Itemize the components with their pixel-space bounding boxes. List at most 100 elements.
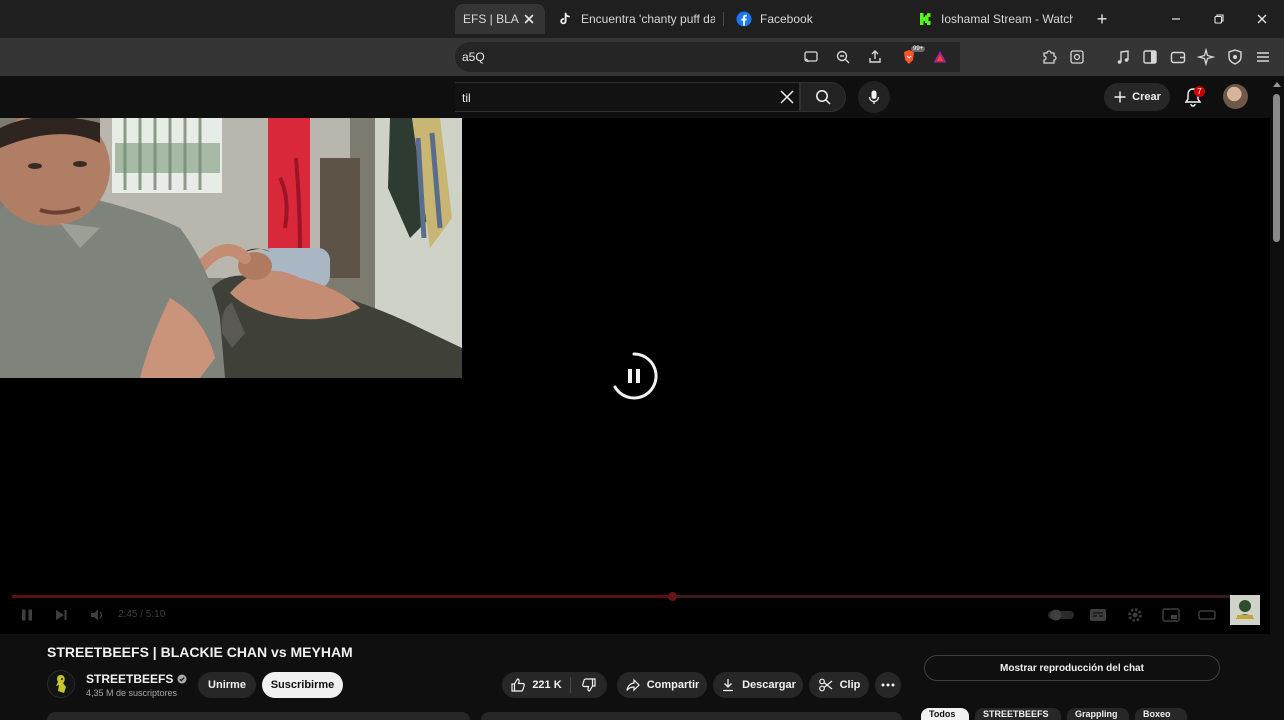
tab-streetbeefs[interactable]: EFS | BLA [455,4,545,34]
progress-scrubber-handle[interactable] [668,592,677,601]
thumbs-up-icon [511,678,526,692]
reader-mode-icon[interactable] [1068,48,1086,66]
settings-button[interactable] [1125,605,1145,625]
gear-icon [1128,608,1142,622]
shields-badge: 99+ [911,46,926,52]
leo-ai-icon[interactable] [1197,48,1215,66]
description-box[interactable] [47,712,470,720]
restore-button[interactable] [1206,6,1232,32]
account-avatar[interactable] [1223,84,1248,109]
chip-todos[interactable]: Todos [921,708,969,720]
tab-kick[interactable]: Ioshamal Stream - Watch L [917,4,1073,34]
search-input[interactable]: til [455,82,800,112]
verified-check-icon [177,674,187,684]
new-tab-button[interactable]: + [1089,6,1115,32]
chip-label: Grappling [1075,709,1118,719]
chip-label: Boxeo [1143,709,1171,719]
subscribe-label: Suscribirme [270,679,335,691]
scroll-up-arrow-icon[interactable] [1273,82,1281,87]
brave-rewards-icon[interactable] [931,48,949,66]
clip-button[interactable]: Clip [809,672,869,698]
plus-icon [1114,91,1126,103]
show-chat-replay-button[interactable]: Mostrar reproducción del chat [924,655,1220,681]
wallet-icon[interactable] [1169,48,1187,66]
streetbeefs-logo-icon [1236,600,1254,619]
minimize-icon [1172,18,1180,20]
minimize-button[interactable] [1163,6,1189,32]
channel-name-text: STREETBEEFS [86,672,174,686]
more-horizontal-icon [881,683,895,687]
notification-count-badge: 7 [1194,86,1205,97]
address-bar[interactable]: a5Q 99+ [455,42,960,72]
url-text: a5Q [462,50,485,64]
sidebar-icon[interactable] [1141,48,1159,66]
tab-facebook[interactable]: Facebook [736,4,896,34]
create-label: Crear [1132,91,1161,103]
share-label: Compartir [646,679,700,691]
search-button[interactable] [800,82,846,112]
vpn-icon[interactable] [1226,48,1244,66]
join-button[interactable]: Unirme [198,672,256,698]
miniplayer-button[interactable] [1161,605,1181,625]
thumbs-down-icon [582,678,596,692]
streetbeefs-logo-icon [56,675,66,693]
scrollbar-thumb[interactable] [1273,94,1280,242]
chip-grappling[interactable]: Grappling [1067,708,1129,720]
share-icon[interactable] [866,48,884,66]
comments-box[interactable] [481,712,902,720]
channel-watermark-logo[interactable] [1230,595,1260,625]
zoom-icon[interactable] [834,48,852,66]
clip-label: Clip [839,679,861,691]
plus-icon: + [1096,9,1108,29]
like-count: 221 K [532,679,562,691]
create-button[interactable]: Crear [1104,83,1170,111]
tab-title: EFS | BLA [463,12,519,26]
tab-separator [723,12,724,26]
extensions-icon[interactable] [1040,48,1058,66]
clear-search-icon[interactable] [778,88,796,106]
tab-title: Encuentra 'chanty puff dad [581,12,715,26]
theater-mode-button[interactable] [1197,605,1217,625]
subtitles-icon [1090,609,1106,621]
channel-avatar[interactable] [47,670,75,698]
subscribe-button[interactable]: Suscribirme [262,672,343,698]
youtube-header: til [0,76,1270,118]
browser-tab-strip: EFS | BLA Encuentra 'chanty puff dad Fac… [0,0,1284,38]
voice-search-button[interactable] [858,81,890,113]
chip-streetbeefs[interactable]: STREETBEEFS [975,708,1061,720]
more-actions-button[interactable] [875,672,901,698]
pause-icon [22,609,32,621]
pause-spinner-icon[interactable] [608,350,660,402]
menu-icon[interactable] [1254,48,1272,66]
subscriber-count: 4,35 M de suscriptores [86,688,178,698]
chip-boxeo[interactable]: Boxeo [1135,708,1187,720]
volume-button[interactable] [87,605,107,625]
music-note-icon[interactable] [1114,48,1132,66]
close-window-button[interactable] [1249,6,1275,32]
download-label: Descargar [742,679,796,691]
share-button[interactable]: Compartir [617,672,707,698]
close-tab-icon[interactable] [521,11,537,27]
like-button[interactable]: 221 K [502,672,570,698]
channel-name[interactable]: STREETBEEFS [86,672,187,686]
like-dislike-group: 221 K [502,672,607,698]
subtitles-button[interactable] [1088,605,1108,625]
search-icon [816,90,831,105]
cast-icon[interactable] [802,48,820,66]
kick-icon [917,11,933,27]
tab-title: Ioshamal Stream - Watch L [941,12,1073,26]
time-display: 2:45 / 5:10 [118,609,166,620]
autoplay-toggle[interactable] [1047,605,1075,625]
chip-label: STREETBEEFS [983,709,1049,719]
join-label: Unirme [208,679,246,691]
close-icon [1257,14,1267,24]
webcam-overlay [0,118,462,378]
next-video-button[interactable] [51,605,71,625]
progress-played [12,595,672,598]
tab-tiktok[interactable]: Encuentra 'chanty puff dad [555,4,715,34]
play-pause-button[interactable] [17,605,37,625]
chat-replay-label: Mostrar reproducción del chat [1000,662,1144,674]
download-button[interactable]: Descargar [713,672,803,698]
progress-bar[interactable] [12,592,1258,601]
dislike-button[interactable] [571,672,607,698]
